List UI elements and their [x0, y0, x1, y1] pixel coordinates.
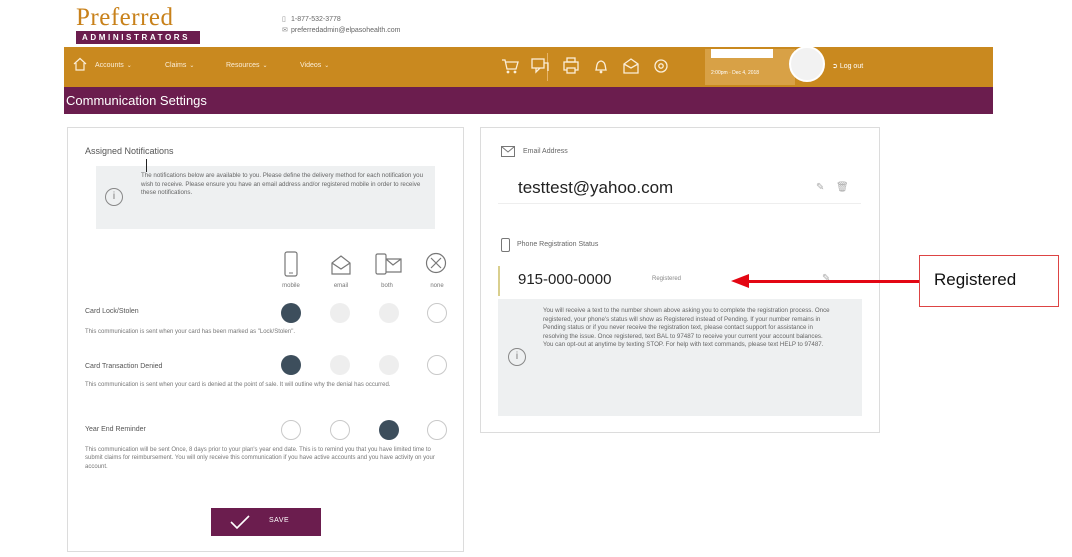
- user-date-box: 2:00pm · Dec 4, 2018: [705, 49, 795, 85]
- assigned-notifications-card: Assigned Notifications i The notificatio…: [67, 127, 464, 552]
- gear-icon[interactable]: [651, 56, 671, 76]
- nav-videos[interactable]: Videos ⌄: [300, 62, 329, 69]
- page-title: Communication Settings: [66, 93, 207, 108]
- notification-description: This communication is sent when your car…: [85, 382, 391, 388]
- radio-year-end-mobile[interactable]: [281, 420, 301, 440]
- notification-description: This communication will be sent Once, 8 …: [85, 447, 435, 470]
- contact-info: ▯ 1-877-532-3778 ✉ preferredadmin@elpasohe…: [282, 14, 400, 36]
- page-title-bar: Communication Settings: [64, 87, 993, 114]
- save-button[interactable]: SAVE: [211, 508, 321, 536]
- none-icon: [425, 252, 447, 274]
- notifications-info-box: i The notifications below are available …: [96, 166, 435, 229]
- annotation-callout: Registered: [919, 255, 1059, 307]
- email-field[interactable]: testtest@yahoo.com ✎ 🗑: [498, 172, 861, 204]
- printer-icon[interactable]: [561, 56, 581, 76]
- radio-year-end-both[interactable]: [379, 420, 399, 440]
- text-cursor: [146, 159, 147, 172]
- edit-icon[interactable]: ✎: [816, 182, 824, 193]
- save-button-label: SAVE: [269, 517, 290, 524]
- notification-label: Card Transaction Denied: [85, 363, 163, 370]
- radio-transaction-denied-mobile[interactable]: [281, 355, 301, 375]
- column-mobile: mobile: [282, 283, 300, 289]
- trash-icon[interactable]: 🗑: [836, 182, 849, 193]
- nav-resources[interactable]: Resources ⌄: [226, 62, 268, 69]
- chevron-down-icon: ⌄: [262, 63, 268, 69]
- radio-transaction-denied-none[interactable]: [427, 355, 447, 375]
- phone-icon: ▯: [282, 16, 286, 23]
- radio-year-end-none[interactable]: [427, 420, 447, 440]
- contact-phone: 1-877-532-3778: [291, 16, 341, 23]
- annotation-label: Registered: [934, 270, 1017, 289]
- cart-icon[interactable]: [500, 56, 520, 76]
- phone-icon: [501, 238, 510, 252]
- notification-label: Card Lock/Stolen: [85, 308, 139, 315]
- chevron-down-icon: ⌄: [126, 63, 132, 69]
- nav-accounts[interactable]: Accounts ⌄: [95, 62, 132, 69]
- annotation-arrowhead: [731, 274, 749, 288]
- nav-claims[interactable]: Claims ⌄: [165, 62, 194, 69]
- radio-transaction-denied-both[interactable]: [379, 355, 399, 375]
- logout-link[interactable]: ➲ Log out: [832, 62, 863, 70]
- nav-bar: Accounts ⌄ Claims ⌄ Resources ⌄ Videos ⌄ 2:0…: [64, 46, 993, 87]
- annotation-arrow: [746, 280, 920, 283]
- phone-info-text: You will receive a text to the number sh…: [543, 307, 830, 349]
- phone-info-box: i You will receive a text to the number …: [498, 299, 862, 416]
- notifications-title: Assigned Notifications: [85, 146, 174, 156]
- mail-icon[interactable]: [621, 56, 641, 76]
- date-text: 2:00pm · Dec 4, 2018: [711, 70, 760, 76]
- email-value: testtest@yahoo.com: [518, 178, 674, 197]
- phone-status-label: Phone Registration Status: [517, 241, 599, 248]
- bell-icon[interactable]: [591, 56, 611, 76]
- checkmark-icon: [230, 515, 250, 530]
- notification-label: Year End Reminder: [85, 426, 146, 433]
- radio-card-lock-mobile[interactable]: [281, 303, 301, 323]
- brand-name: Preferred: [76, 4, 174, 31]
- column-email: email: [333, 283, 349, 289]
- envelope-icon: [501, 146, 515, 157]
- contact-email[interactable]: preferredadmin@elpasohealth.com: [291, 27, 400, 34]
- radio-card-lock-both[interactable]: [379, 303, 399, 323]
- logout-icon: ➲: [832, 63, 840, 70]
- phone-status-badge: Registered: [652, 276, 682, 282]
- brand-logo[interactable]: Preferred ADMINISTRATORS: [76, 4, 200, 44]
- info-icon: i: [508, 348, 526, 366]
- phone-value: 915-000-0000: [518, 271, 612, 288]
- both-icon: [375, 253, 402, 275]
- chevron-down-icon: ⌄: [189, 63, 195, 69]
- mail-icon: ✉: [282, 27, 288, 34]
- mobile-icon: [284, 251, 298, 277]
- email-address-label: Email Address: [523, 148, 568, 155]
- column-both: both: [381, 283, 393, 289]
- email-icon: [331, 255, 351, 275]
- column-none: none: [430, 283, 444, 289]
- radio-card-lock-email[interactable]: [330, 303, 350, 323]
- radio-transaction-denied-email[interactable]: [330, 355, 350, 375]
- brand-tagline: ADMINISTRATORS: [76, 31, 200, 44]
- notification-description: This communication is sent when your car…: [85, 329, 296, 335]
- chevron-down-icon: ⌄: [324, 63, 330, 69]
- chat-icon[interactable]: [530, 56, 550, 76]
- radio-year-end-email[interactable]: [330, 420, 350, 440]
- radio-card-lock-none[interactable]: [427, 303, 447, 323]
- home-icon[interactable]: [73, 57, 87, 71]
- avatar[interactable]: [789, 46, 825, 82]
- info-icon: i: [105, 188, 123, 206]
- notifications-info-text: The notifications below are available to…: [141, 172, 424, 197]
